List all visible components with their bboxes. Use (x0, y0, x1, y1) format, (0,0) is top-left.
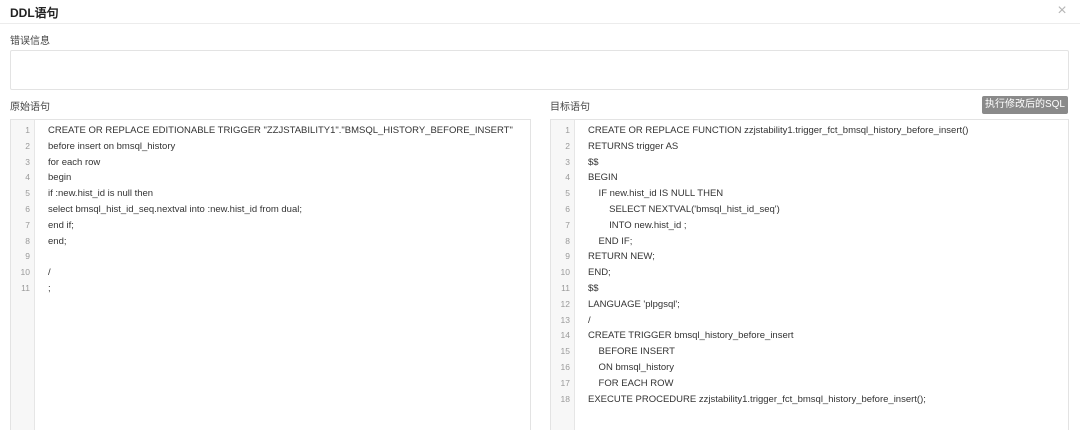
code-text: RETURN NEW; (588, 251, 655, 263)
line-number: 7 (25, 219, 30, 230)
code-text: CREATE TRIGGER bmsql_history_before_inse… (588, 330, 794, 342)
code-text: IF new.hist_id IS NULL THEN (588, 188, 724, 200)
code-text: / (588, 314, 591, 326)
code-line: 2 before insert on bmsql_history (11, 139, 530, 155)
code-text: select bmsql_hist_id_seq.nextval into :n… (48, 203, 302, 215)
code-text: CREATE OR REPLACE FUNCTION zzjstability1… (588, 125, 969, 136)
code-line: 17 FOR EACH ROW (551, 376, 1068, 392)
line-number: 6 (565, 203, 570, 214)
line-number: 12 (560, 298, 570, 309)
line-number: 7 (565, 219, 570, 230)
target-statement-label: 目标语句 (550, 102, 590, 113)
line-number: 5 (565, 188, 570, 199)
code-line: 9 RETURN NEW; (551, 249, 1068, 265)
code-line: 4 BEGIN (551, 170, 1068, 186)
line-number: 10 (560, 267, 570, 278)
line-number: 15 (560, 346, 570, 357)
line-number: 13 (560, 314, 570, 325)
code-text: end; (48, 235, 67, 247)
code-text: BEGIN (588, 172, 618, 184)
code-line: 13 / (551, 313, 1068, 329)
code-line: 1 CREATE OR REPLACE EDITIONABLE TRIGGER "… (11, 123, 530, 139)
code-text: $$ (588, 282, 599, 294)
line-number: 8 (25, 235, 30, 246)
code-text: SELECT NEXTVAL('bmsql_hist_id_seq') (588, 203, 780, 215)
line-number: 11 (21, 282, 30, 293)
line-number: 1 (565, 125, 570, 135)
code-text: for each row (48, 156, 101, 168)
code-line: 4 begin (11, 170, 530, 186)
code-text: ON bmsql_history (588, 361, 675, 373)
dialog-header: DDL语句 × (0, 0, 1080, 24)
code-line: 10 / (11, 265, 530, 281)
line-number: 2 (565, 140, 570, 151)
error-label: 错误信息 (10, 36, 50, 47)
code-line: 3 for each row (11, 155, 530, 171)
code-line: 5 if :new.hist_id is null then (11, 186, 530, 202)
code-line: 12 LANGUAGE 'plpgsql'; (551, 297, 1068, 313)
line-number: 8 (565, 235, 570, 246)
line-number: 16 (560, 361, 570, 372)
code-line: 15 BEFORE INSERT (551, 344, 1068, 360)
line-number: 4 (565, 172, 570, 183)
code-text: LANGUAGE 'plpgsql'; (588, 298, 680, 310)
code-text: BEFORE INSERT (588, 346, 675, 358)
code-line: 6 SELECT NEXTVAL('bmsql_hist_id_seq') (551, 202, 1068, 218)
original-sql-editor[interactable]: 1 CREATE OR REPLACE EDITIONABLE TRIGGER "… (10, 119, 531, 430)
code-text: if :new.hist_id is null then (48, 188, 154, 200)
code-text: end if; (48, 219, 74, 231)
code-text: END; (588, 267, 611, 279)
code-text: $$ (588, 156, 599, 168)
line-number: 4 (25, 172, 30, 183)
line-number: 1 (25, 125, 30, 135)
code-text: RETURNS trigger AS (588, 140, 679, 152)
line-number: 5 (25, 188, 30, 199)
error-message-field[interactable] (10, 50, 1069, 90)
code-text: ; (48, 282, 51, 294)
code-text: / (48, 267, 51, 279)
line-number: 17 (560, 377, 570, 388)
line-number: 11 (561, 282, 570, 293)
target-code-lines: 1 CREATE OR REPLACE FUNCTION zzjstability… (551, 123, 1068, 407)
line-number: 10 (20, 267, 30, 278)
code-line: 18 EXECUTE PROCEDURE zzjstability1.trigge… (551, 392, 1068, 408)
code-line: 7 end if; (11, 218, 530, 234)
code-line: 11; (11, 281, 530, 297)
code-text: END IF; (588, 235, 633, 247)
code-line: 8 end; (11, 234, 530, 250)
code-line: 9 (11, 249, 530, 265)
code-line: 3 $$ (551, 155, 1068, 171)
line-number: 6 (25, 203, 30, 214)
code-text: EXECUTE PROCEDURE zzjstability1.trigger_… (588, 393, 926, 405)
close-icon[interactable]: × (1054, 3, 1070, 19)
code-text: FOR EACH ROW (588, 377, 674, 389)
code-text: CREATE OR REPLACE EDITIONABLE TRIGGER "Z… (48, 125, 513, 136)
line-number: 18 (560, 393, 570, 404)
dialog-title: DDL语句 (10, 6, 59, 20)
code-line: 11 $$ (551, 281, 1068, 297)
code-text: before insert on bmsql_history (48, 140, 176, 152)
code-line: 6 select bmsql_hist_id_seq.nextval into :… (11, 202, 530, 218)
line-number: 3 (565, 156, 570, 167)
line-number: 9 (565, 251, 570, 262)
execute-modified-sql-button[interactable]: 执行修改后的SQL (982, 96, 1068, 114)
line-number: 3 (25, 156, 30, 167)
line-number: 9 (25, 251, 30, 262)
original-code-lines: 1 CREATE OR REPLACE EDITIONABLE TRIGGER "… (11, 123, 530, 297)
code-line: 10 END; (551, 265, 1068, 281)
code-line: 16 ON bmsql_history (551, 360, 1068, 376)
code-text: INTO new.hist_id ; (588, 219, 687, 231)
code-line: 8 END IF; (551, 234, 1068, 250)
code-line: 1 CREATE OR REPLACE FUNCTION zzjstability… (551, 123, 1068, 139)
target-sql-editor[interactable]: 1 CREATE OR REPLACE FUNCTION zzjstability… (550, 119, 1069, 430)
original-statement-label: 原始语句 (10, 102, 50, 113)
line-number: 14 (560, 330, 570, 341)
code-line: 7 INTO new.hist_id ; (551, 218, 1068, 234)
code-text: begin (48, 172, 72, 184)
code-line: 2 RETURNS trigger AS (551, 139, 1068, 155)
line-number: 2 (25, 140, 30, 151)
code-line: 5 IF new.hist_id IS NULL THEN (551, 186, 1068, 202)
code-line: 14 CREATE TRIGGER bmsql_history_before_in… (551, 328, 1068, 344)
